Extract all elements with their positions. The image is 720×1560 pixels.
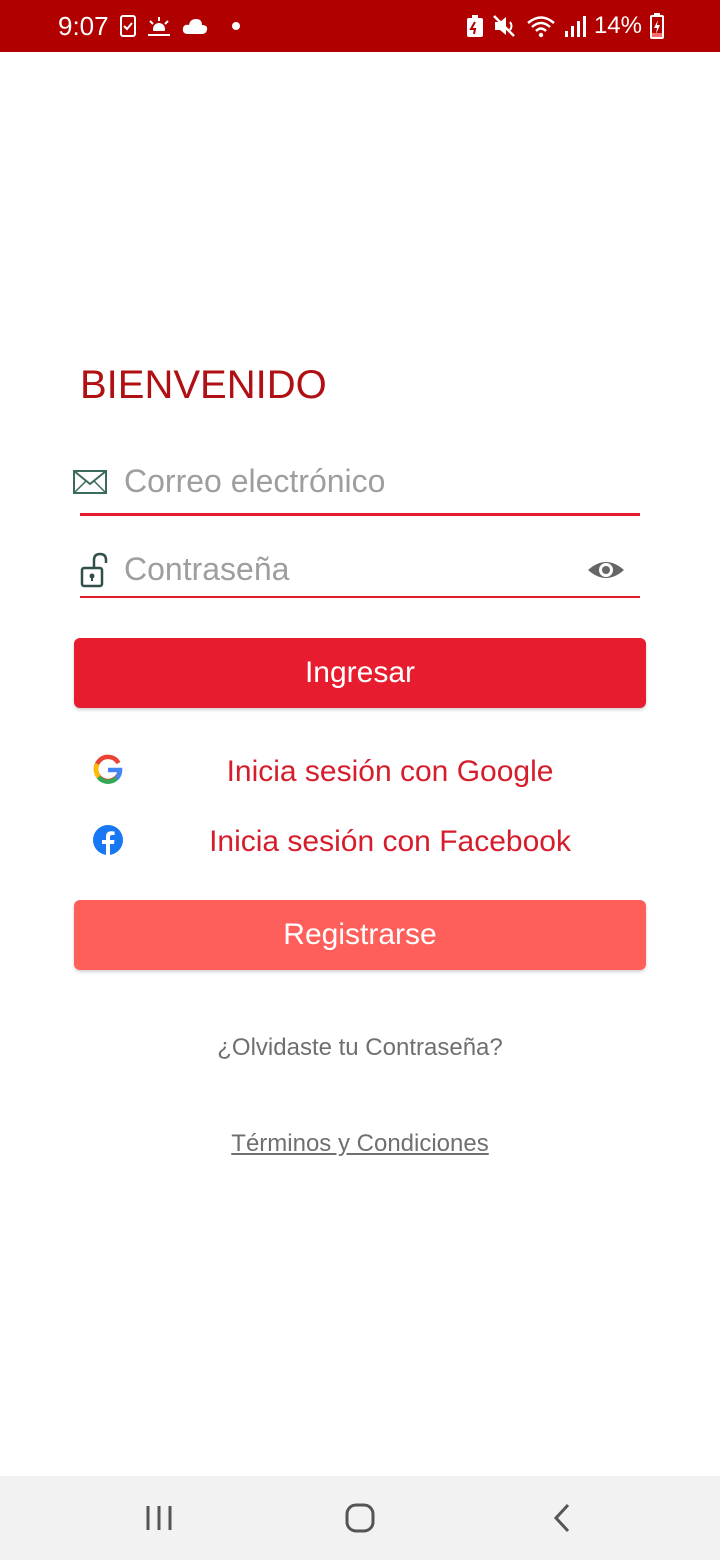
unlocked-padlock-icon bbox=[80, 552, 108, 588]
register-button[interactable]: Registrarse bbox=[74, 900, 646, 970]
battery-percentage: 14% bbox=[593, 12, 642, 39]
envelope-icon bbox=[73, 470, 107, 494]
forgot-password-link[interactable]: ¿Olvidaste tu Contraseña? bbox=[0, 1030, 720, 1066]
facebook-logo-icon bbox=[93, 825, 123, 855]
back-icon bbox=[553, 1503, 570, 1533]
google-logo-icon bbox=[93, 754, 123, 784]
eye-icon bbox=[588, 562, 624, 578]
signal-icon bbox=[564, 16, 586, 37]
mute-icon bbox=[493, 15, 515, 37]
dot-icon bbox=[232, 22, 240, 30]
recent-apps-button[interactable] bbox=[140, 1498, 180, 1538]
email-input[interactable] bbox=[124, 452, 574, 510]
clipboard-check-icon bbox=[120, 15, 136, 37]
password-underline bbox=[80, 596, 640, 598]
google-signin-button[interactable]: Inicia sesión con Google bbox=[74, 744, 646, 800]
status-bar: 9:07 14% bbox=[0, 0, 720, 52]
google-signin-label: Inicia sesión con Google bbox=[226, 755, 554, 788]
facebook-signin-button[interactable]: Inicia sesión con Facebook bbox=[74, 814, 646, 870]
show-password-button[interactable] bbox=[586, 552, 626, 588]
login-button[interactable]: Ingresar bbox=[74, 638, 646, 708]
home-icon bbox=[345, 1503, 375, 1533]
password-field[interactable] bbox=[72, 540, 640, 600]
recent-apps-icon bbox=[146, 1506, 172, 1530]
wifi-icon bbox=[527, 16, 555, 38]
battery-charging-icon bbox=[650, 13, 664, 39]
status-time: 9:07 bbox=[58, 11, 109, 41]
cloud-icon bbox=[182, 19, 208, 34]
back-button[interactable] bbox=[544, 1498, 584, 1538]
facebook-signin-label: Inicia sesión con Facebook bbox=[209, 825, 571, 858]
password-input[interactable] bbox=[124, 540, 574, 598]
sunrise-weather-icon bbox=[146, 17, 172, 36]
email-underline bbox=[80, 513, 640, 516]
welcome-title: BIENVENIDO bbox=[80, 363, 327, 407]
terms-and-conditions-link[interactable]: Términos y Condiciones bbox=[0, 1126, 720, 1162]
status-notification-icons bbox=[120, 12, 242, 40]
home-button[interactable] bbox=[340, 1498, 380, 1538]
status-system-icons: 14% bbox=[466, 10, 664, 42]
email-field[interactable] bbox=[72, 452, 640, 516]
system-navigation-bar bbox=[0, 1476, 720, 1560]
battery-saver-icon bbox=[466, 15, 483, 37]
